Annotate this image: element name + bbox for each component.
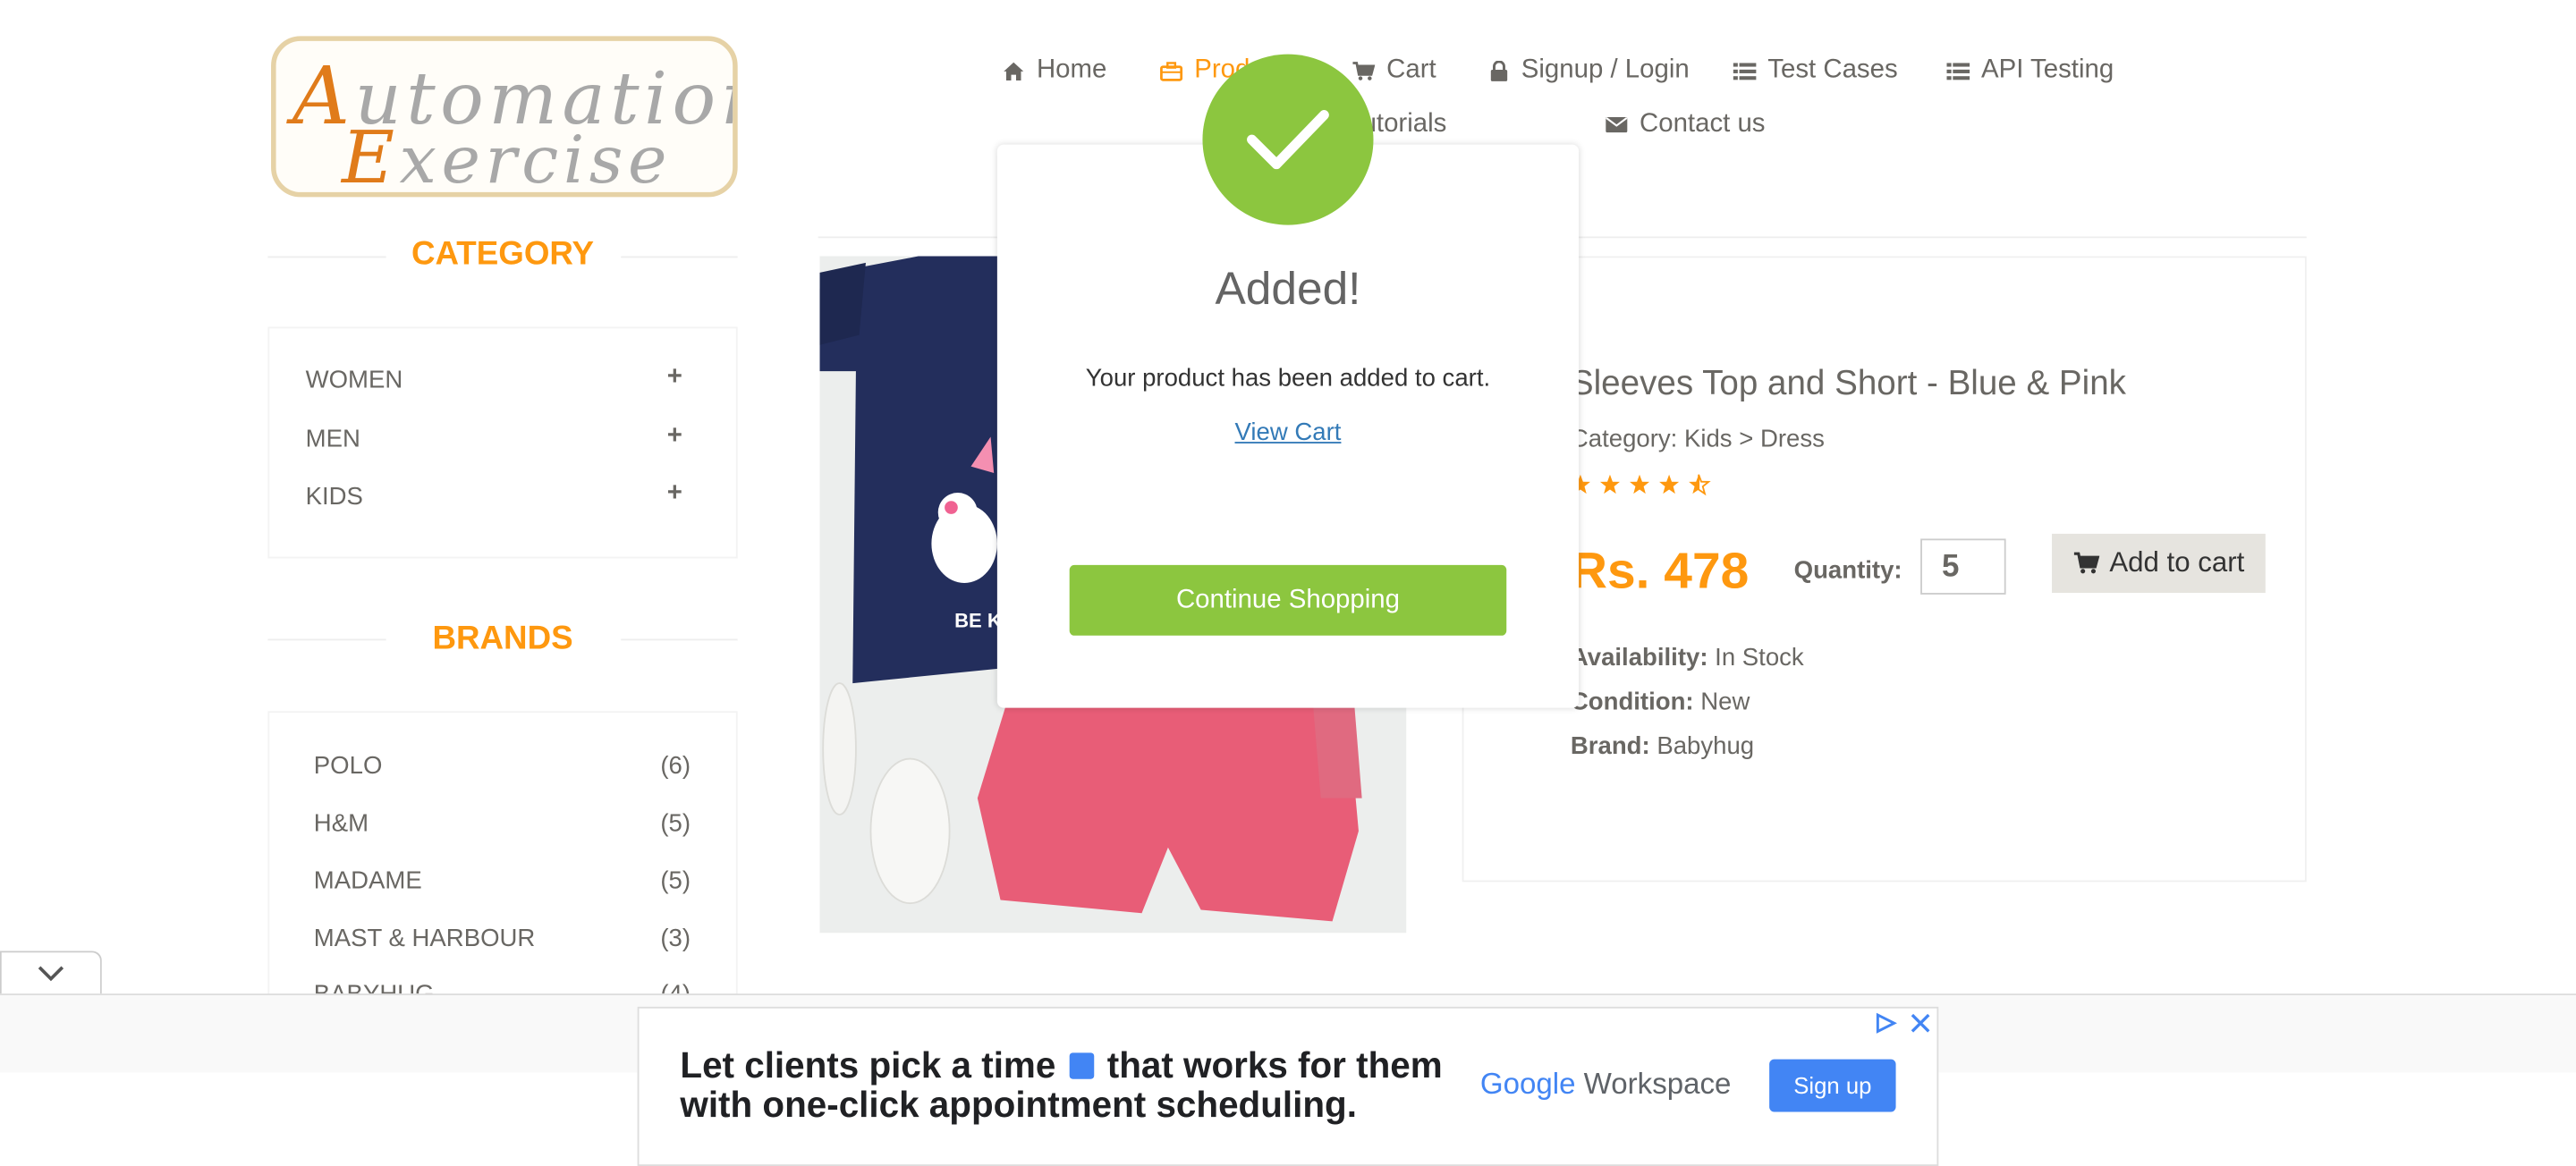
google-workspace-logo: Google Workspace — [1480, 1068, 1732, 1103]
brand-item-name[interactable]: H&M — [314, 809, 369, 837]
home-icon — [1002, 59, 1025, 82]
logo-line-2: Exercise — [342, 116, 672, 198]
category-item-kids[interactable]: KIDS — [306, 483, 363, 511]
brand-item-count: (5) — [660, 866, 691, 896]
logo-initial-e: E — [342, 116, 400, 198]
view-cart-link[interactable]: View Cart — [997, 418, 1579, 446]
brand-item-count: (3) — [660, 925, 691, 953]
brand-row: Brand: Babyhug — [1571, 732, 1754, 760]
category-title: CATEGORY — [411, 236, 595, 273]
nav-signup-login[interactable]: Signup / Login — [1487, 55, 1690, 85]
nav-cart[interactable]: Cart — [1352, 55, 1436, 85]
ad-banner[interactable]: Let clients pick a time that works for t… — [637, 1006, 1939, 1166]
briefcase-icon — [1160, 59, 1183, 82]
availability-row: Availability: In Stock — [1571, 644, 1804, 672]
list-icon — [1946, 59, 1970, 82]
brand-item-name[interactable]: POLO — [314, 752, 383, 780]
ad-close-icon[interactable] — [1911, 1011, 1930, 1041]
modal-title: Added! — [1215, 262, 1361, 314]
brand-item-name[interactable]: MADAME — [314, 867, 422, 895]
nav-contact-us-label: Contact us — [1640, 110, 1766, 139]
success-checkmark-icon — [1202, 54, 1374, 225]
list-icon — [1733, 59, 1757, 82]
nav-api-testing-label: API Testing — [1981, 55, 2114, 84]
lock-icon — [1487, 59, 1510, 82]
condition-row: Condition: New — [1571, 689, 1750, 716]
expand-plus-icon[interactable]: + — [667, 422, 682, 452]
nav-cart-label: Cart — [1386, 55, 1436, 84]
nav-signup-login-label: Signup / Login — [1521, 55, 1690, 84]
star-rating-icon — [1570, 474, 1711, 496]
nav-home-label: Home — [1036, 55, 1107, 84]
shopping-cart-icon — [1352, 59, 1376, 82]
ad-signup-button[interactable]: Sign up — [1769, 1059, 1896, 1112]
google-word: Google — [1479, 1067, 1576, 1101]
brand-value: Babyhug — [1657, 732, 1755, 761]
quantity-label: Quantity: — [1793, 556, 1902, 585]
product-title: Sleeves Top and Short - Blue & Pink — [1570, 364, 2126, 402]
brand-item-count: (6) — [660, 752, 691, 781]
nav-test-cases[interactable]: Test Cases — [1733, 55, 1898, 85]
shopping-cart-icon — [2073, 552, 2100, 574]
continue-shopping-button[interactable]: Continue Shopping — [1069, 564, 1507, 636]
brands-title: BRANDS — [432, 621, 573, 657]
nav-home[interactable]: Home — [1002, 55, 1106, 85]
logo-rest-2: xercise — [399, 123, 672, 198]
expand-plus-icon[interactable]: + — [667, 479, 682, 509]
nav-contact-us[interactable]: Contact us — [1605, 110, 1766, 139]
ad-headline: Let clients pick a time that works for t… — [680, 1044, 1443, 1126]
brand-item-count: (5) — [660, 809, 691, 838]
ad-headline-part1: Let clients pick a time — [680, 1044, 1056, 1086]
nav-test-cases-label: Test Cases — [1767, 55, 1898, 84]
expand-plus-icon[interactable]: + — [667, 363, 682, 393]
product-category: Category: Kids > Dress — [1570, 425, 1825, 453]
add-to-cart-button[interactable]: Add to cart — [2052, 533, 2267, 594]
chevron-down-icon — [38, 966, 64, 982]
brand-item-name[interactable]: MAST & HARBOUR — [314, 925, 535, 952]
envelope-icon — [1605, 114, 1628, 137]
availability-value: In Stock — [1715, 643, 1804, 672]
category-item-men[interactable]: MEN — [306, 426, 360, 453]
modal-message: Your product has been added to cart. — [1085, 364, 1491, 393]
quantity-input[interactable]: 5 — [1920, 538, 2006, 595]
condition-value: New — [1700, 688, 1750, 716]
workspace-word: Workspace — [1583, 1067, 1732, 1101]
ad-headline-part2: that works for them — [1106, 1044, 1443, 1086]
add-to-cart-label: Add to cart — [2109, 546, 2245, 579]
availability-label: Availability: — [1570, 643, 1708, 672]
ad-headline-line2: with one-click appointment scheduling. — [680, 1084, 1357, 1126]
rating-stars — [1570, 473, 1718, 508]
nav-api-testing[interactable]: API Testing — [1946, 55, 2114, 85]
category-item-women[interactable]: WOMEN — [306, 367, 403, 394]
ad-collapse-toggle[interactable] — [0, 951, 102, 996]
product-price: Rs. 478 — [1570, 542, 1750, 600]
site-logo[interactable]: Automation Exercise — [271, 36, 738, 198]
calendar-icon — [1069, 1052, 1094, 1079]
ad-choices-icon[interactable] — [1875, 1011, 1898, 1043]
brand-label: Brand: — [1570, 732, 1650, 761]
condition-label: Condition: — [1570, 688, 1694, 716]
